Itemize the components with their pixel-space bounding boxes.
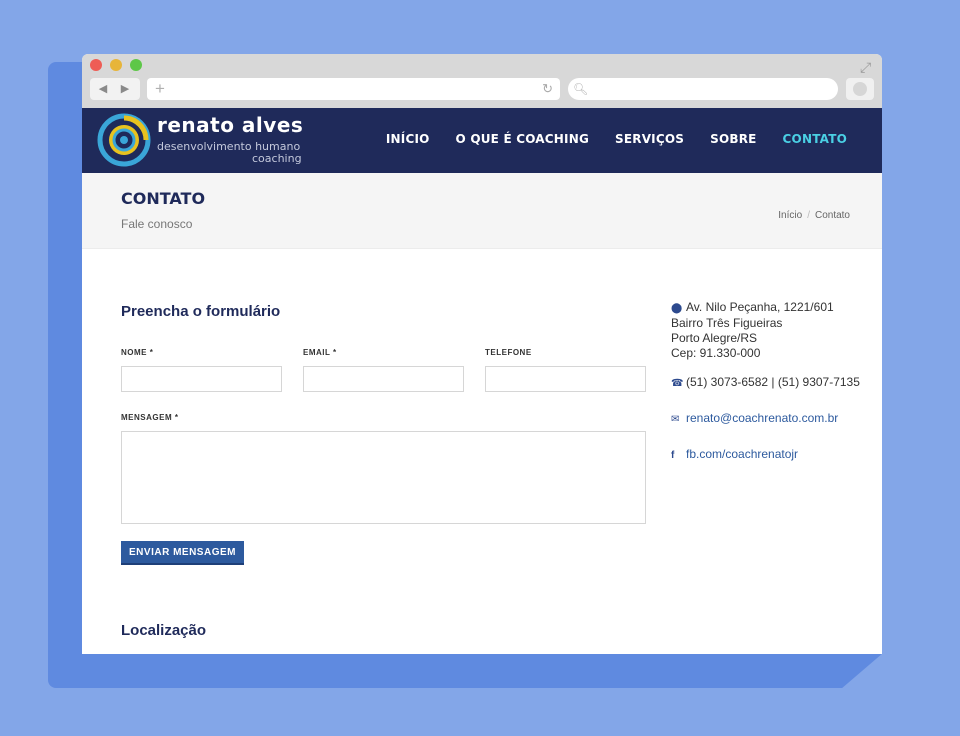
plus-icon[interactable]: + [155,79,165,99]
menu-item-inicio[interactable]: INÍCIO [386,132,430,146]
address-line-3: Porto Alegre/RS [671,331,758,345]
send-message-button[interactable]: ENVIAR MENSAGEM [121,541,244,565]
facebook-block: f fb.com/coachrenatojr [671,447,798,463]
main-menu: INÍCIO O QUE É COACHING SERVIÇOS SOBRE C… [386,132,847,146]
browser-search-field[interactable]: 🔍︎ [568,78,838,100]
email-field[interactable] [303,366,464,392]
target-logo[interactable] [97,113,151,167]
page-title: CONTATO [121,189,206,208]
address-line-2: Bairro Três Figueiras [671,316,783,330]
message-textarea[interactable] [121,431,646,524]
page-title-bar: CONTATO Fale conosco Início / Contato [82,173,882,249]
menu-item-contato[interactable]: CONTATO [783,132,847,146]
email-block: ✉ renato@coachrenato.com.br [671,411,838,427]
name-label: NOME * [121,348,154,357]
minimize-window-button[interactable] [110,59,122,71]
search-icon: 🔍︎ [573,82,589,96]
extension-button[interactable] [846,78,874,100]
reload-icon[interactable]: ↻ [542,80,553,98]
forward-arrow-icon[interactable]: ▶ [115,80,135,98]
close-window-button[interactable] [90,59,102,71]
menu-item-servicos[interactable]: SERVIÇOS [615,132,684,146]
map-marker-icon: ⬤ [671,303,683,314]
phone-block: ☎ (51) 3073-6582 | (51) 9307-7135 [671,375,860,391]
breadcrumb-current: Contato [814,210,850,221]
expand-icon[interactable]: ⤢ [860,60,874,74]
address-bar[interactable]: + ↻ [147,78,560,100]
page-subtitle: Fale conosco [121,217,193,231]
envelope-icon: ✉ [671,414,680,425]
breadcrumb-separator: / [807,210,810,221]
address-line-4: Cep: 91.330-000 [671,346,761,360]
facebook-link[interactable]: fb.com/coachrenatojr [686,447,798,461]
browser-toolbar: ⤢ ◀ ▶ + ↻ 🔍︎ [82,54,882,108]
breadcrumb-home[interactable]: Início [778,210,802,221]
site-header: renato alves desenvolvimento humano coac… [82,108,882,173]
brand-name[interactable]: renato alves [157,113,303,137]
phone-label: TELEFONE [485,348,532,357]
phone-icon: ☎ [671,378,684,389]
email-link[interactable]: renato@coachrenato.com.br [686,411,838,425]
brand-tagline-2: coaching [252,152,302,165]
message-label: MENSAGEM * [121,413,179,422]
maximize-window-button[interactable] [130,59,142,71]
phone-numbers: (51) 3073-6582 | (51) 9307-7135 [686,375,860,389]
breadcrumb: Início / Contato [778,210,850,221]
menu-item-coaching[interactable]: O QUE É COACHING [456,132,589,146]
browser-window: ⤢ ◀ ▶ + ↻ 🔍︎ renato alves desenvolviment… [82,54,882,654]
address-block: ⬤ Av. Nilo Peçanha, 1221/601 Bairro Três … [671,300,834,361]
location-heading: Localização [121,622,207,639]
facebook-icon: f [671,450,675,461]
back-arrow-icon[interactable]: ◀ [93,80,113,98]
form-heading: Preencha o formulário [121,303,281,320]
email-label: EMAIL * [303,348,337,357]
phone-field[interactable] [485,366,646,392]
navigation-buttons: ◀ ▶ [90,78,140,100]
name-field[interactable] [121,366,282,392]
menu-item-sobre[interactable]: SOBRE [710,132,756,146]
address-line-1: Av. Nilo Peçanha, 1221/601 [686,300,834,314]
